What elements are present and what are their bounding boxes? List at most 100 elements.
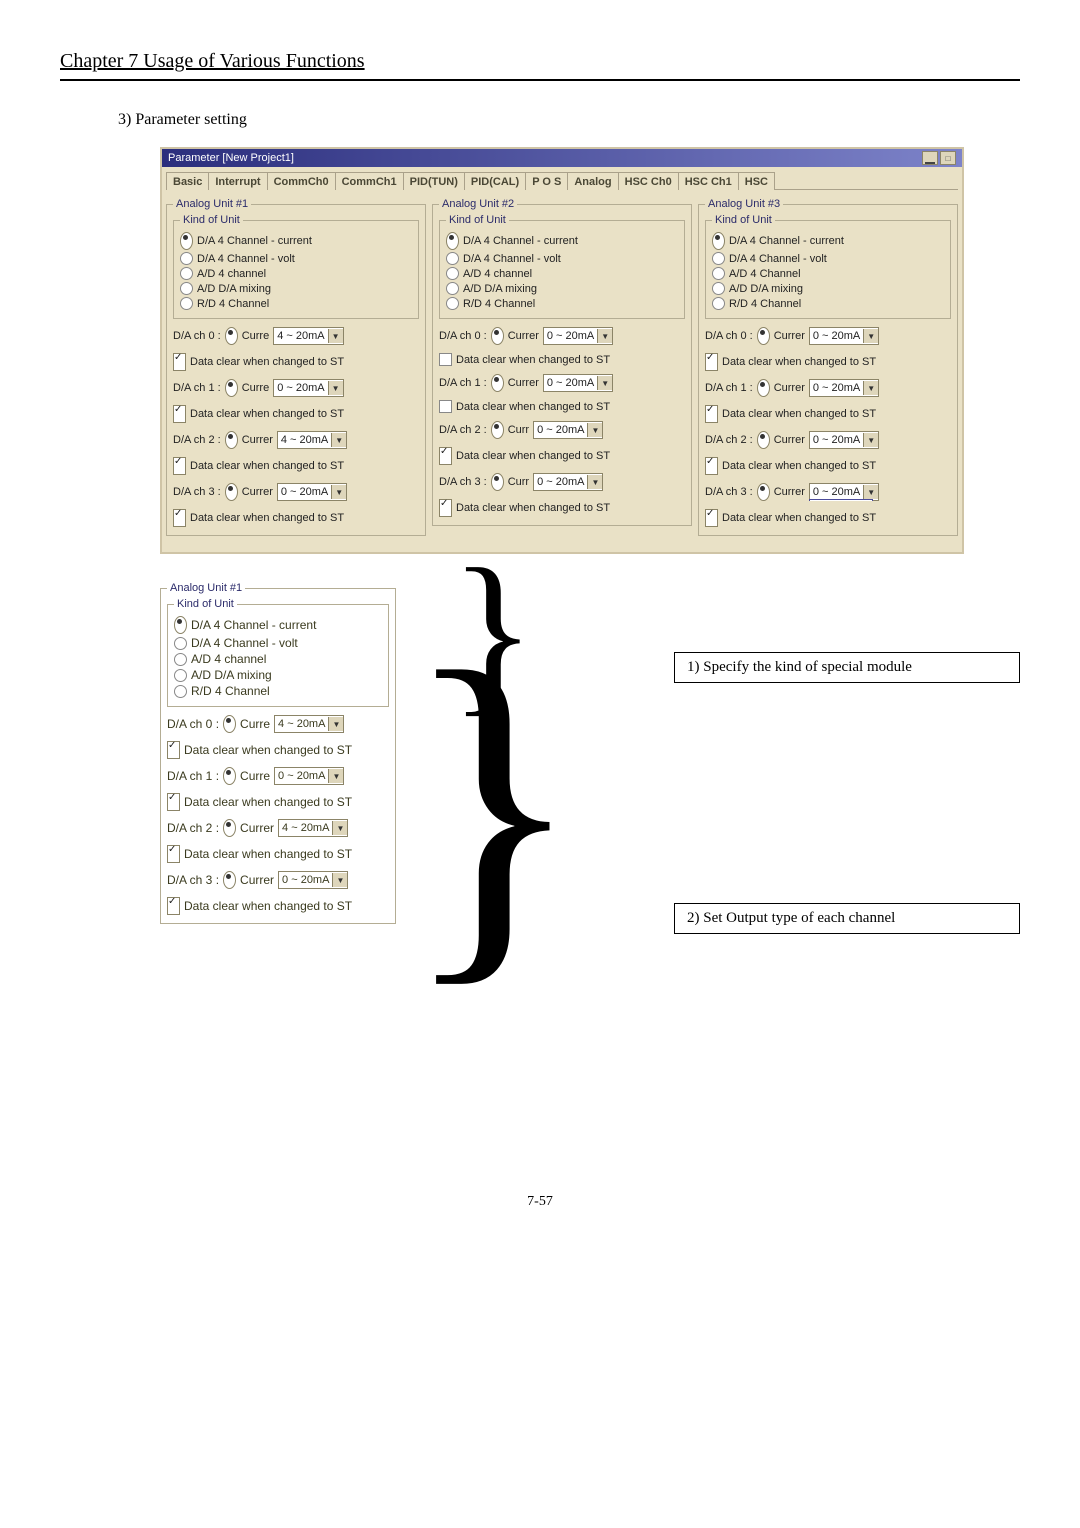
channel-mode-radio[interactable] <box>225 431 238 449</box>
tab-hsc-ch0[interactable]: HSC Ch0 <box>618 172 679 190</box>
data-clear-checkbox[interactable] <box>705 405 718 423</box>
tab-pid-tun-[interactable]: PID(TUN) <box>403 172 465 190</box>
unit-legend: Analog Unit #1 <box>167 582 245 594</box>
channel-mode-radio[interactable] <box>223 871 236 889</box>
tab-analog[interactable]: Analog <box>567 172 618 190</box>
kind-radio[interactable] <box>174 637 187 650</box>
data-clear-checkbox[interactable] <box>167 741 180 759</box>
kind-radio[interactable] <box>446 282 459 295</box>
tab-commch0[interactable]: CommCh0 <box>267 172 336 190</box>
channel-mode-radio[interactable] <box>225 327 238 345</box>
chevron-down-icon[interactable]: ▼ <box>863 329 878 343</box>
data-clear-checkbox[interactable] <box>173 509 186 527</box>
tab-interrupt[interactable]: Interrupt <box>208 172 267 190</box>
range-select[interactable]: 4 ~ 20mA▼ <box>274 715 344 733</box>
tab-p-o-s[interactable]: P O S <box>525 172 568 190</box>
range-select[interactable]: 0 ~ 20mA▼ <box>533 421 603 439</box>
kind-radio[interactable] <box>180 282 193 295</box>
chevron-down-icon[interactable]: ▼ <box>587 475 602 489</box>
channel-mode-radio[interactable] <box>757 379 770 397</box>
chevron-down-icon[interactable]: ▼ <box>332 821 347 835</box>
chevron-down-icon[interactable]: ▼ <box>863 381 878 395</box>
range-select[interactable]: 0 ~ 20mA▼ <box>533 473 603 491</box>
tab-pid-cal-[interactable]: PID(CAL) <box>464 172 526 190</box>
kind-radio[interactable] <box>174 669 187 682</box>
range-select[interactable]: 0 ~ 20mA▼ <box>543 327 613 345</box>
range-select[interactable]: 0 ~ 20mA▼ <box>809 327 879 345</box>
minimize-icon[interactable] <box>922 151 938 165</box>
data-clear-checkbox[interactable] <box>439 353 452 366</box>
data-clear-checkbox[interactable] <box>173 353 186 371</box>
data-clear-checkbox[interactable] <box>167 793 180 811</box>
range-select[interactable]: 0 ~ 20mA▼ <box>273 379 343 397</box>
kind-radio[interactable] <box>180 297 193 310</box>
data-clear-checkbox[interactable] <box>167 897 180 915</box>
tab-hsc[interactable]: HSC <box>738 172 775 190</box>
data-clear-checkbox[interactable] <box>439 499 452 517</box>
channel-mode-radio[interactable] <box>491 327 504 345</box>
data-clear-checkbox[interactable] <box>173 457 186 475</box>
chevron-down-icon[interactable]: ▼ <box>587 423 602 437</box>
data-clear-checkbox[interactable] <box>705 457 718 475</box>
channel-mode-radio[interactable] <box>757 431 770 449</box>
kind-radio[interactable] <box>174 616 187 634</box>
data-clear-checkbox[interactable] <box>167 845 180 863</box>
kind-radio[interactable] <box>712 267 725 280</box>
channel-mode-radio[interactable] <box>491 374 504 392</box>
maximize-icon[interactable]: □ <box>940 151 956 165</box>
data-clear-checkbox[interactable] <box>439 400 452 413</box>
kind-radio[interactable] <box>712 297 725 310</box>
range-select[interactable]: 4 ~ 20mA▼ <box>273 327 343 345</box>
range-select[interactable]: 0 ~ 20mA▼ <box>278 871 348 889</box>
kind-radio[interactable] <box>446 232 459 250</box>
kind-radio[interactable] <box>180 232 193 250</box>
chevron-down-icon[interactable]: ▼ <box>328 769 343 783</box>
chevron-down-icon[interactable]: ▼ <box>863 433 878 447</box>
kind-radio[interactable] <box>174 653 187 666</box>
kind-radio[interactable] <box>712 282 725 295</box>
range-select[interactable]: 0 ~ 20mA▼ <box>543 374 613 392</box>
chevron-down-icon[interactable]: ▼ <box>597 376 612 390</box>
channel-mode-radio[interactable] <box>225 379 238 397</box>
chevron-down-icon[interactable]: ▼ <box>863 485 878 499</box>
channel-mode-radio[interactable] <box>757 327 770 345</box>
tab-basic[interactable]: Basic <box>166 172 209 190</box>
data-clear-checkbox[interactable] <box>705 509 718 527</box>
range-dropdown[interactable]: 0 ~ 20mA4 ~ 20mA <box>809 499 873 501</box>
range-select[interactable]: 4 ~ 20mA▼ <box>278 819 348 837</box>
data-clear-checkbox[interactable] <box>705 353 718 371</box>
chevron-down-icon[interactable]: ▼ <box>597 329 612 343</box>
range-option[interactable]: 0 ~ 20mA <box>810 500 872 501</box>
kind-radio[interactable] <box>446 267 459 280</box>
kind-radio[interactable] <box>712 232 725 250</box>
channel-mode-radio[interactable] <box>223 767 236 785</box>
chevron-down-icon[interactable]: ▼ <box>331 485 346 499</box>
channel-mode-radio[interactable] <box>225 483 238 501</box>
data-clear-checkbox[interactable] <box>439 447 452 465</box>
chevron-down-icon[interactable]: ▼ <box>332 873 347 887</box>
tab-commch1[interactable]: CommCh1 <box>335 172 404 190</box>
range-select[interactable]: 0 ~ 20mA▼ <box>809 431 879 449</box>
kind-radio[interactable] <box>446 252 459 265</box>
kind-radio[interactable] <box>712 252 725 265</box>
kind-radio[interactable] <box>180 267 193 280</box>
channel-label: D/A ch 1 : <box>705 382 753 394</box>
range-select[interactable]: 0 ~ 20mA▼ <box>809 379 879 397</box>
range-select[interactable]: 4 ~ 20mA▼ <box>277 431 347 449</box>
tab-hsc-ch1[interactable]: HSC Ch1 <box>678 172 739 190</box>
channel-mode-radio[interactable] <box>757 483 770 501</box>
channel-mode-radio[interactable] <box>491 421 504 439</box>
chevron-down-icon[interactable]: ▼ <box>328 381 343 395</box>
channel-mode-radio[interactable] <box>223 819 236 837</box>
kind-radio[interactable] <box>446 297 459 310</box>
kind-radio[interactable] <box>180 252 193 265</box>
range-select[interactable]: 0 ~ 20mA▼ <box>274 767 344 785</box>
data-clear-checkbox[interactable] <box>173 405 186 423</box>
channel-mode-radio[interactable] <box>491 473 504 491</box>
channel-mode-radio[interactable] <box>223 715 236 733</box>
range-select[interactable]: 0 ~ 20mA▼ <box>277 483 347 501</box>
chevron-down-icon[interactable]: ▼ <box>328 329 343 343</box>
chevron-down-icon[interactable]: ▼ <box>331 433 346 447</box>
chevron-down-icon[interactable]: ▼ <box>328 717 343 731</box>
kind-radio[interactable] <box>174 685 187 698</box>
